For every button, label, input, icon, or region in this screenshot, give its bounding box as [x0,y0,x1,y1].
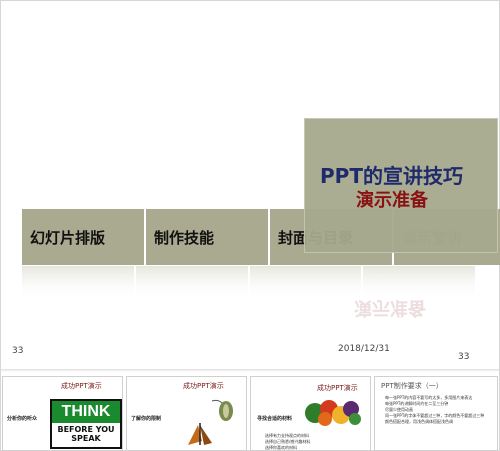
thumbnail-bullets: 选择有力支持观点的材料 选择自己熟悉/感兴趣材料 选择你喜欢的材料 [265,433,310,450]
thumbnail-bullets: 每一张PPT的内容不要写的太多，多用图片来表达 每张PPT的讲解时间约在二至三分… [385,395,495,425]
thumbnail-title: 成功PPT演示 [183,382,224,390]
thumbnail-label: 分析你的听众 [7,416,38,422]
bullet-item: 颜色搭配合理，用浅色调体搭配浅色调 [385,419,453,424]
butterfly-image [188,399,233,445]
bullet-item: 选择你喜欢的材料 [265,445,297,450]
thumbnail-title: 成功PPT演示 [61,382,102,390]
thumbnail-1[interactable]: 成功PPT演示 分析你的听众 THINK BEFORE YOU SPEAK [2,376,123,451]
thumbnail-label: 寻找合适的材料 [257,416,293,422]
slide-shadow [1,369,499,372]
thumbnail-2[interactable]: 成功PPT演示 了解你的限制 [126,376,247,451]
page-number-right: 33 [458,352,470,362]
subtitle-reflection: 演示准备 [354,297,426,318]
thumbnail-4[interactable]: PPT制作要求（一） 每一张PPT的内容不要写的太多，多用图片来表达 每张PPT… [374,376,498,451]
think-text: THINK [52,401,120,423]
slide-date: 2018/12/31 [338,344,390,354]
slide-title: PPT的宣讲技巧 [320,164,463,188]
page-number-left: 33 [12,346,24,356]
vegetables-image [305,400,361,426]
thumbnail-title: 成功PPT演示 [317,384,358,392]
think-image: THINK BEFORE YOU SPEAK [50,399,122,449]
tab-skills[interactable]: 制作技能 [146,209,268,265]
before-you-speak-text: BEFORE YOU SPEAK [57,425,115,443]
tab-layout[interactable]: 幻灯片排版 [22,209,144,265]
thumbnail-3[interactable]: 成功PPT演示 寻找合适的材料 选择有力支持观点的材料 选择自己熟悉/感兴趣材料… [250,376,371,451]
tabs-reflection [22,266,477,300]
thumbnail-label: 了解你的限制 [131,416,162,422]
thumbnail-title: PPT制作要求（一） [381,382,443,390]
slide-subtitle: 演示准备 [356,190,428,211]
